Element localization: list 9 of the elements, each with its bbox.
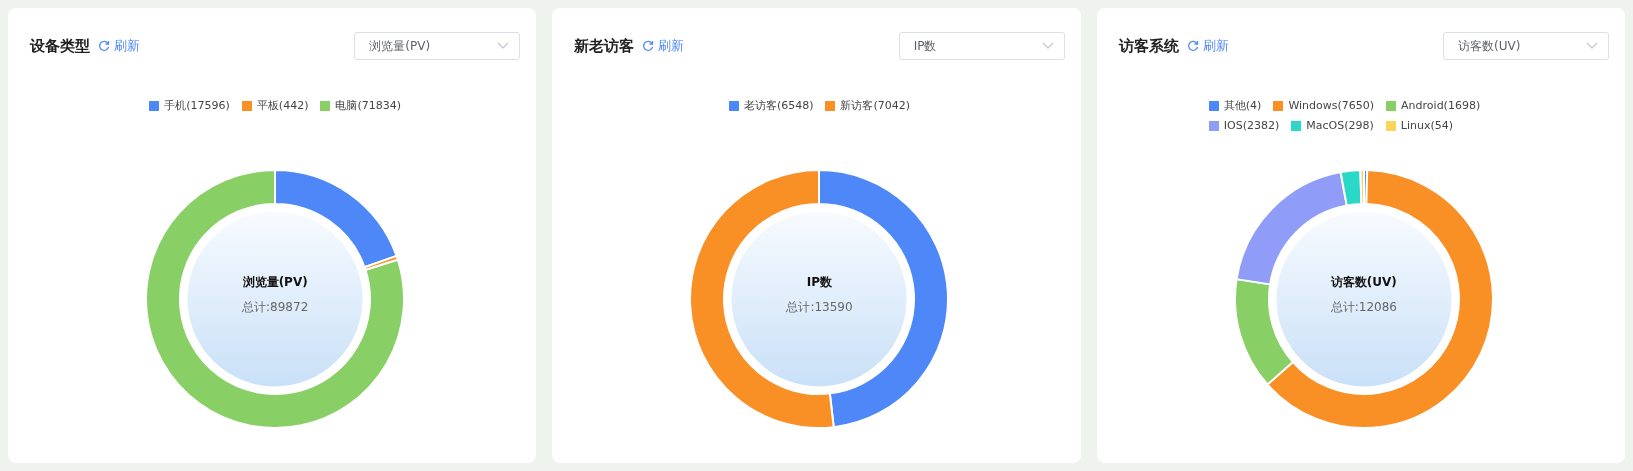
center-total: 总计:89872: [242, 299, 309, 316]
center-title: IP数: [806, 274, 833, 291]
center-total: 总计:12086: [1330, 299, 1397, 316]
card-title: 设备类型: [30, 36, 90, 56]
card-title: 新老访客: [574, 36, 635, 56]
center-title: 访客数(UV): [1330, 274, 1397, 291]
card-title: 访客系统: [1118, 36, 1179, 56]
center-total: 总计:13590: [786, 299, 853, 316]
center-title: 浏览量(PV): [242, 274, 308, 291]
